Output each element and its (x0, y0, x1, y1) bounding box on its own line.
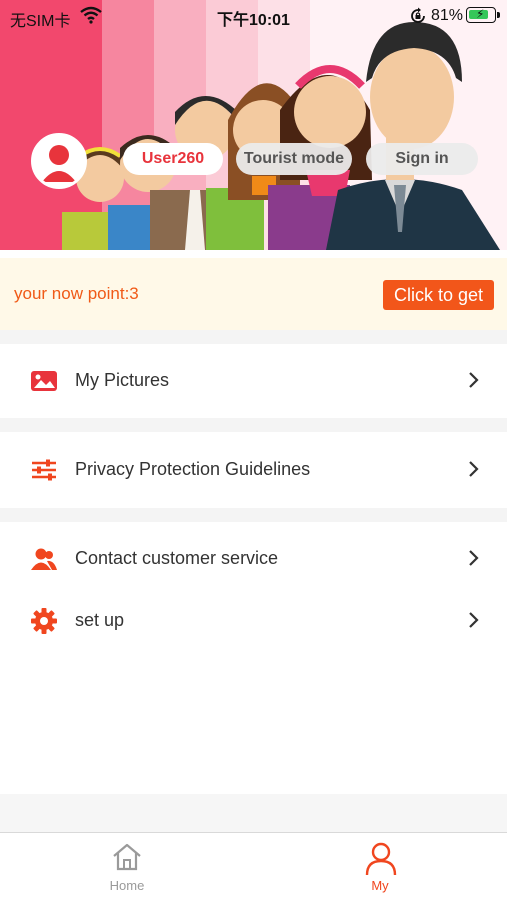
click-to-get-button[interactable]: Click to get (383, 280, 494, 310)
menu-item-my-pictures[interactable]: My Pictures (0, 350, 507, 412)
section-divider (0, 508, 507, 522)
menu-item-label: Contact customer service (75, 548, 279, 568)
status-bar: 无SIM卡 下午10:01 81% ⚡ (0, 0, 507, 32)
picture-icon (31, 371, 57, 391)
gear-icon (31, 608, 57, 634)
tourist-mode-button[interactable]: Tourist mode (236, 143, 352, 175)
person-icon (365, 842, 397, 876)
section-divider (0, 330, 507, 344)
chevron-right-icon (469, 372, 479, 388)
tab-bar: Home My (0, 832, 507, 900)
battery-percent: 81% (431, 7, 464, 24)
tab-label: My (371, 878, 389, 893)
username-badge: User260 (123, 143, 223, 175)
home-icon (113, 843, 141, 871)
tab-my[interactable]: My (320, 833, 440, 900)
menu-item-contact-service[interactable]: Contact customer service (0, 528, 507, 590)
user-avatar-icon[interactable] (31, 133, 87, 189)
crowd-illustration (62, 22, 500, 250)
chevron-right-icon (469, 550, 479, 566)
chevron-right-icon (469, 612, 479, 628)
menu-item-label: set up (75, 610, 125, 630)
contact-users-icon (31, 548, 57, 570)
header-banner (0, 0, 507, 250)
menu-item-set-up[interactable]: set up (0, 590, 507, 652)
section-divider (0, 418, 507, 432)
menu-item-privacy-guidelines[interactable]: Privacy Protection Guidelines (0, 439, 507, 501)
battery-charging-icon: ⚡ (466, 7, 500, 23)
chevron-right-icon (469, 461, 479, 477)
bottom-divider (0, 794, 507, 832)
menu-item-label: My Pictures (75, 370, 170, 390)
rotation-lock-icon (411, 7, 425, 23)
sliders-icon (32, 459, 56, 481)
menu-item-label: Privacy Protection Guidelines (75, 459, 311, 479)
tab-home[interactable]: Home (67, 833, 187, 900)
tab-label: Home (109, 878, 145, 893)
sign-in-button[interactable]: Sign in (366, 143, 478, 175)
points-text: your now point:3 (14, 284, 139, 303)
